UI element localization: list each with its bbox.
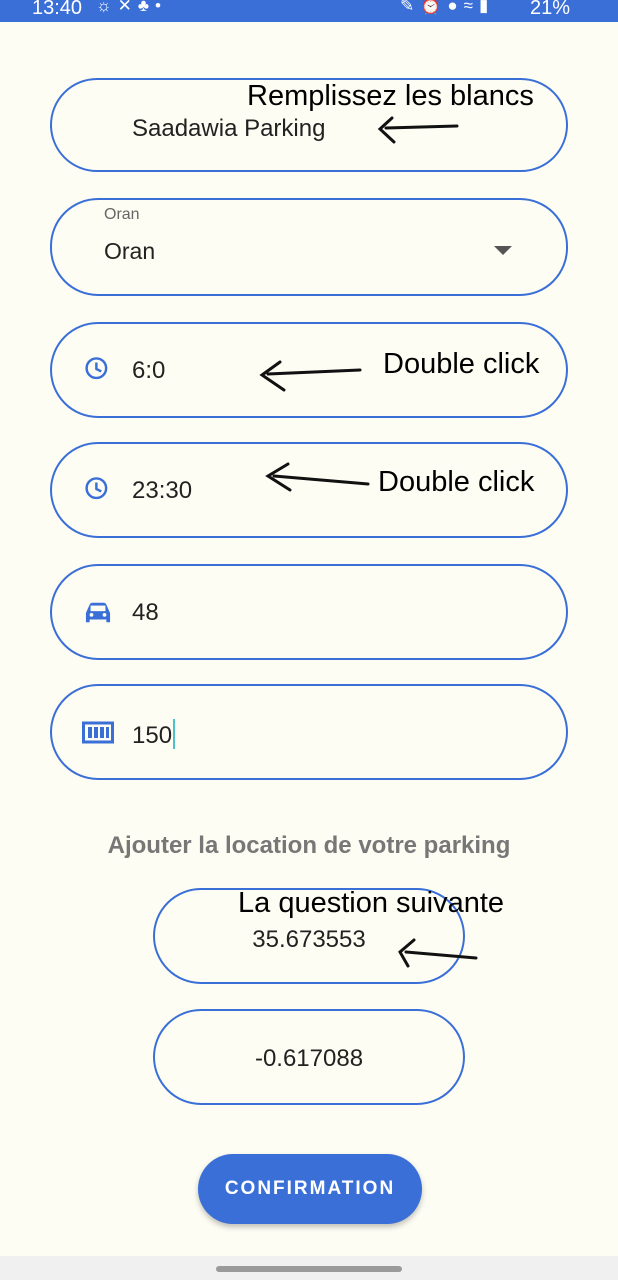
annotation-double-click-1: Double click [383, 348, 540, 380]
battery-level: 21% [530, 0, 571, 19]
annotation-arrow-icon [398, 938, 478, 968]
annotation-arrow-icon [259, 360, 362, 392]
price-value: 150 [132, 722, 173, 749]
longitude-field[interactable]: -0.617088 [153, 1009, 465, 1105]
capacity-value: 48 [132, 599, 159, 626]
annotation-fill-blanks: Remplissez les blancs [247, 80, 534, 112]
text-cursor [173, 719, 176, 749]
clock-icon [85, 477, 108, 500]
parking-name-value: Saadawia Parking [132, 115, 326, 142]
clock-icon [85, 357, 108, 380]
notification-icons: ☼✕♣• [96, 0, 167, 15]
price-field[interactable]: 150 [50, 684, 568, 780]
city-dropdown-label: Oran [104, 206, 140, 223]
system-icons: ✎⏰●≈▮ [400, 0, 495, 15]
capacity-field[interactable]: 48 [50, 564, 568, 660]
annotation-next-question: La question suivante [238, 887, 505, 919]
annotation-arrow-icon [265, 462, 370, 492]
confirmation-button[interactable]: CONFIRMATION [198, 1154, 422, 1224]
home-gesture-handle[interactable] [216, 1266, 402, 1272]
meter-icon [82, 721, 114, 744]
opening-time-value: 6:0 [132, 357, 166, 384]
city-dropdown-value: Oran [104, 238, 156, 264]
status-time: 13:40 [32, 0, 83, 19]
location-section-title: Ajouter la location de votre parking [107, 832, 511, 859]
price-input[interactable]: 150 [132, 719, 176, 750]
annotation-double-click-2: Double click [378, 466, 535, 498]
status-bar: 13:40 ☼✕♣• ✎⏰●≈▮ 21% [0, 0, 618, 22]
closing-time-value: 23:30 [132, 477, 193, 504]
chevron-down-icon [494, 246, 512, 255]
city-dropdown[interactable]: Oran Oran [50, 198, 568, 296]
annotation-arrow-icon [377, 116, 459, 144]
longitude-value: -0.617088 [254, 1045, 364, 1072]
car-icon [85, 602, 111, 623]
